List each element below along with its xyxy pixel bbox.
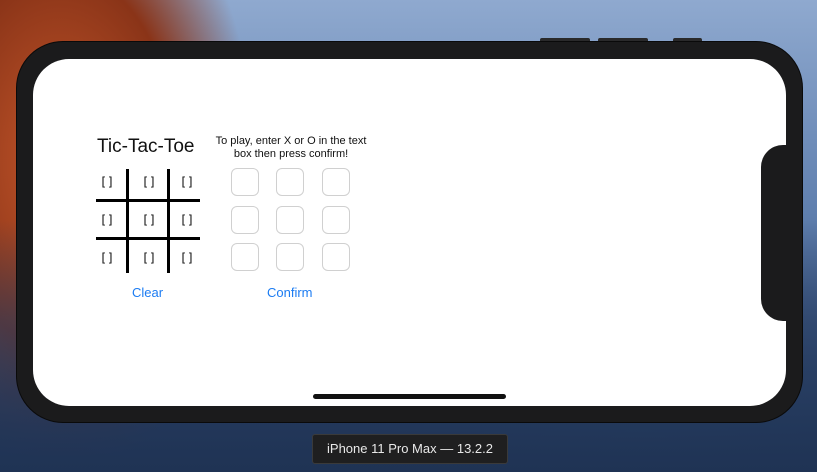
move-input[interactable] bbox=[322, 206, 350, 234]
board-cell: [] bbox=[141, 251, 157, 265]
board-divider bbox=[167, 169, 170, 273]
board-divider bbox=[96, 237, 200, 240]
board-cell: [] bbox=[99, 213, 115, 227]
board-cell: [] bbox=[179, 213, 195, 227]
move-input[interactable] bbox=[276, 243, 304, 271]
simulator-device-label: iPhone 11 Pro Max — 13.2.2 bbox=[312, 434, 508, 464]
move-input[interactable] bbox=[231, 206, 259, 234]
board-cell: [] bbox=[99, 251, 115, 265]
board-cell: [] bbox=[99, 175, 115, 189]
game-board: [] [] [] [] [] [] [] [] [] bbox=[96, 169, 200, 273]
home-indicator bbox=[313, 394, 506, 399]
board-divider bbox=[96, 199, 200, 202]
board-cell: [] bbox=[141, 213, 157, 227]
move-input[interactable] bbox=[276, 206, 304, 234]
move-input[interactable] bbox=[322, 243, 350, 271]
board-divider bbox=[126, 169, 129, 273]
device-notch bbox=[761, 145, 802, 321]
board-cell: [] bbox=[179, 175, 195, 189]
move-input[interactable] bbox=[231, 243, 259, 271]
move-input[interactable] bbox=[276, 168, 304, 196]
board-cell: [] bbox=[179, 251, 195, 265]
move-input[interactable] bbox=[231, 168, 259, 196]
clear-button[interactable]: Clear bbox=[132, 285, 163, 300]
confirm-button[interactable]: Confirm bbox=[267, 285, 313, 300]
move-input[interactable] bbox=[322, 168, 350, 196]
instructions-text: To play, enter X or O in the text box th… bbox=[215, 135, 367, 160]
board-cell: [] bbox=[141, 175, 157, 189]
game-title: Tic-Tac-Toe bbox=[97, 136, 195, 157]
